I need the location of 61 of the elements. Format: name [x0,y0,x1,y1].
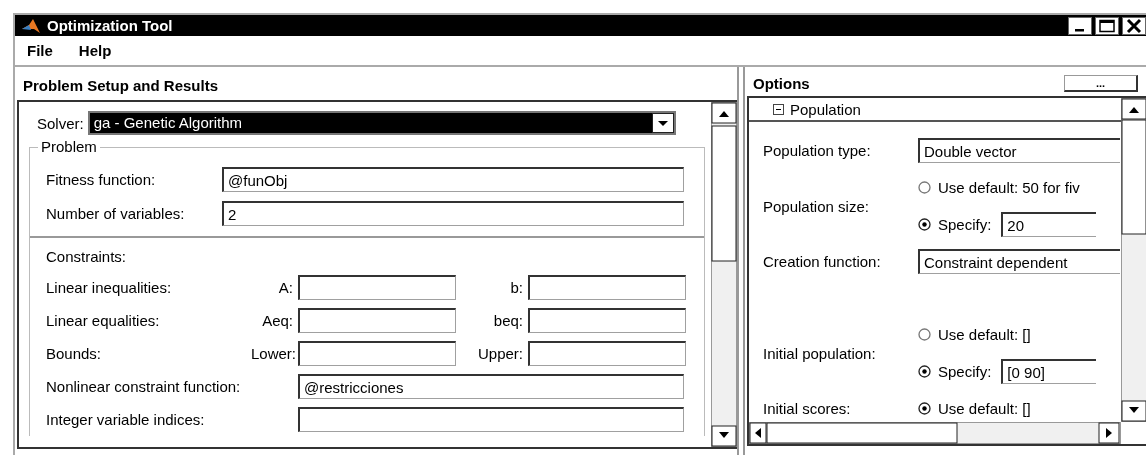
option-label: Specify: [938,363,992,380]
field-label: A: [277,279,294,296]
input-field[interactable] [298,407,684,432]
menu-item[interactable]: Help [78,42,112,59]
field-label: Population type: [763,142,872,159]
field-label: b: [509,279,524,296]
field-label: Initial scores: [763,400,852,417]
field-label: Upper: [476,345,524,362]
field-label: Integer variable indices: [46,411,206,428]
dropdown-field[interactable]: Double vector [918,138,1120,163]
section-label: Constraints: [46,248,127,265]
section-header[interactable]: Population [790,100,861,118]
field-label: Bounds: [46,345,103,362]
field-label: Linear equalities: [46,312,161,329]
dropdown-field[interactable]: Constraint dependent [918,249,1120,274]
solver-dropdown[interactable]: ga - Genetic Algorithm [87,111,676,135]
close-icon[interactable] [1122,16,1146,35]
menu-item[interactable]: File [27,42,53,59]
panel-title: Options [753,75,810,92]
radio-button[interactable] [918,402,931,415]
option-label: Use default: [] [938,326,1031,343]
radio-button[interactable] [918,218,931,231]
input-field[interactable] [528,341,686,366]
field-label: Initial population: [763,344,877,362]
input-field[interactable] [528,308,686,333]
vertical-scrollbar[interactable] [711,102,737,447]
input-field[interactable]: 20 [1001,212,1097,237]
input-field[interactable]: [0 90] [1001,359,1097,384]
input-field[interactable]: @restricciones [298,374,684,399]
horizontal-scrollbar[interactable] [749,422,1121,444]
field-label: Fitness function: [46,170,157,188]
field-label: Population size: [763,197,870,215]
group-title: Problem [38,139,100,155]
field-label: Aeq: [261,312,294,329]
input-field[interactable]: 2 [222,200,684,226]
option-label: Use default: 50 for fiv [938,179,1080,196]
radio-button[interactable] [918,328,931,341]
input-field[interactable] [298,308,456,333]
field-label: Lower: [251,345,298,362]
options-button[interactable]: ... [1064,75,1138,92]
vertical-scrollbar[interactable] [1121,98,1146,422]
input-field[interactable] [528,275,686,300]
field-label: Creation function: [763,253,882,270]
panel-title: Problem Setup and Results [23,77,219,94]
minimize-icon[interactable] [1068,16,1092,35]
radio-button[interactable] [918,365,931,378]
input-field[interactable] [298,275,456,300]
field-label: Number of variables: [46,204,186,222]
input-field[interactable]: @funObj [222,166,684,192]
option-label: Use default: [] [938,400,1031,417]
window-title: Optimization Tool [47,17,174,34]
app-logo-icon [21,17,41,34]
maximize-icon[interactable] [1095,16,1119,35]
collapse-icon[interactable] [773,103,784,115]
radio-button[interactable] [918,181,931,194]
field-label: Nonlinear constraint function: [46,378,242,395]
field-label: Solver: [37,114,84,132]
input-field[interactable] [298,341,456,366]
option-label: Specify: [938,216,992,233]
field-label: Linear inequalities: [46,279,173,296]
field-label: beq: [492,312,524,329]
